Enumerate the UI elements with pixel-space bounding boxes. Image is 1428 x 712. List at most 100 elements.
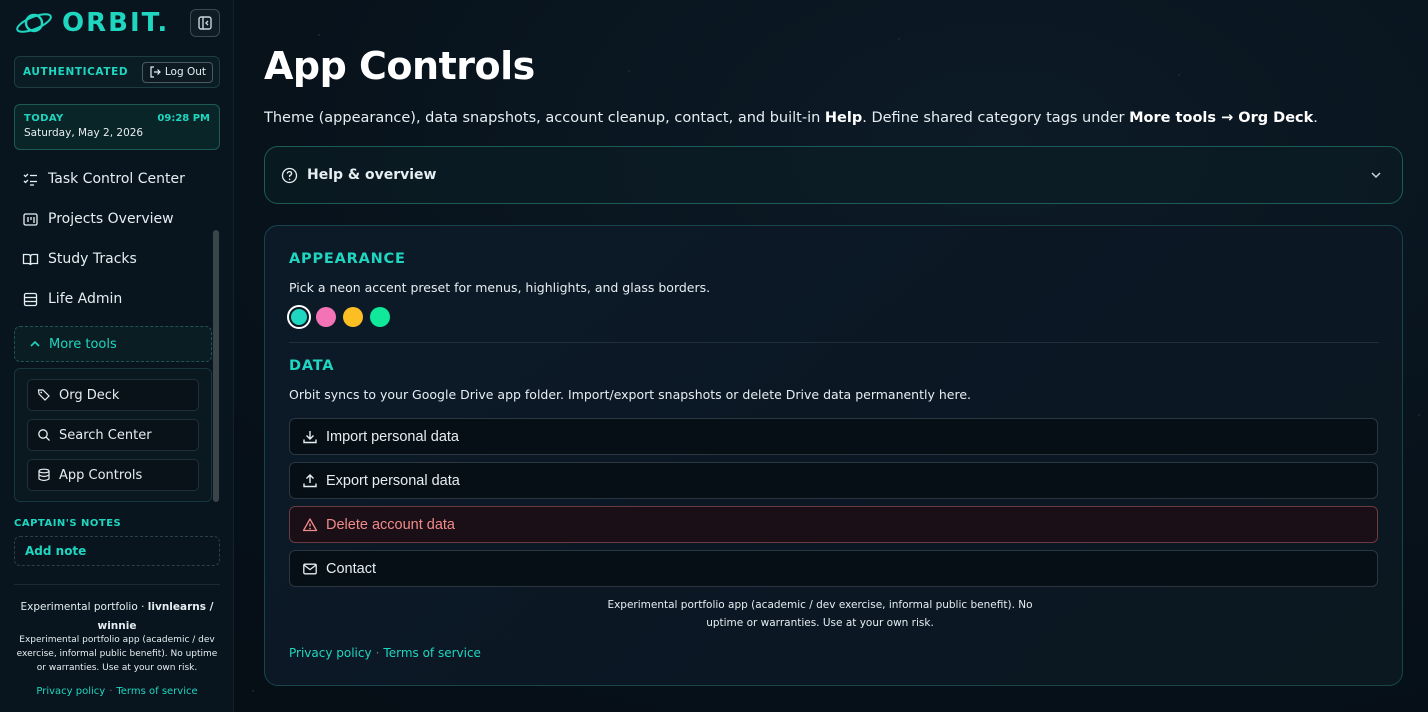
nav-item-life-admin[interactable]: Life Admin: [22, 288, 122, 310]
nav-item-task-control-center[interactable]: Task Control Center: [22, 168, 185, 190]
contact-label: Contact: [326, 560, 376, 577]
terms-of-service-link[interactable]: Terms of service: [383, 646, 481, 660]
terms-of-service-link[interactable]: Terms of service: [116, 686, 197, 697]
desc-org-deck: Org Deck: [1238, 110, 1314, 126]
import-data-button[interactable]: Import personal data: [289, 418, 1378, 455]
sidebar-divider: [14, 584, 220, 585]
star-dot: [1178, 74, 1180, 76]
star-dot: [898, 38, 900, 40]
page-title: App Controls: [264, 44, 535, 88]
today-date: Saturday, May 2, 2026: [24, 127, 144, 139]
download-icon: [303, 430, 317, 443]
link-separator: ·: [109, 686, 113, 697]
sidebar-disclaimer: Experimental portfolio app (academic / d…: [16, 635, 218, 673]
nav-label: Task Control Center: [48, 171, 185, 187]
logout-icon: [150, 66, 161, 78]
sidebar-scrollbar[interactable]: [212, 230, 220, 502]
desc-more-tools: More tools: [1129, 110, 1217, 126]
chevron-up-icon: [30, 340, 40, 347]
sidebar: ORBIT. AUTHENTICATED Log Out TODAY 09:28…: [0, 0, 234, 712]
data-description: Orbit syncs to your Google Drive app fol…: [289, 387, 971, 402]
warning-triangle-icon: [302, 517, 318, 531]
privacy-policy-link[interactable]: Privacy policy: [36, 686, 105, 697]
accent-swatch[interactable]: [287, 305, 311, 329]
nav-item-projects-overview[interactable]: Projects Overview: [22, 208, 174, 230]
star-dot: [318, 34, 320, 36]
export-data-button[interactable]: Export personal data: [289, 462, 1378, 499]
kanban-icon: [23, 212, 38, 226]
delete-label: Delete account data: [326, 516, 455, 533]
today-widget: TODAY 09:28 PM Saturday, May 2, 2026: [14, 104, 220, 150]
auth-status: AUTHENTICATED Log Out: [14, 56, 220, 88]
brand-name: ORBIT.: [62, 8, 170, 38]
section-divider: [289, 342, 1379, 343]
nav-label: Projects Overview: [48, 211, 174, 227]
star-dot: [628, 70, 630, 72]
data-heading: DATA: [289, 358, 335, 374]
planet-logo-icon: [16, 13, 52, 33]
today-time: 09:28 PM: [157, 113, 210, 124]
import-label: Import personal data: [326, 428, 459, 445]
card-disclaimer: Experimental portfolio app (academic / d…: [607, 599, 1033, 629]
app-root: ORBIT. AUTHENTICATED Log Out TODAY 09:28…: [0, 0, 1428, 712]
nav-label: Life Admin: [48, 291, 123, 307]
credit-prefix: Experimental portfolio ·: [20, 601, 148, 613]
help-title: Help & overview: [307, 167, 437, 183]
add-note-button[interactable]: Add note: [14, 536, 220, 566]
sub-item-org-deck[interactable]: Org Deck: [27, 379, 199, 411]
contact-button[interactable]: Contact: [289, 550, 1378, 587]
desc-part: .: [1313, 110, 1318, 126]
help-overview-accordion[interactable]: Help & overview: [264, 146, 1403, 204]
tags-icon: [37, 389, 50, 401]
book-open-icon: [22, 253, 39, 265]
desc-part: . Define shared category tags under: [862, 110, 1130, 126]
sidebar-legal-links: Privacy policy · Terms of service: [14, 686, 220, 697]
card-legal-links: Privacy policy · Terms of service: [289, 646, 481, 660]
brand[interactable]: ORBIT.: [14, 8, 169, 38]
database-icon: [38, 468, 50, 482]
desc-part: Theme (appearance), data snapshots, acco…: [264, 110, 825, 126]
link-separator: ·: [375, 646, 380, 660]
appearance-description: Pick a neon accent preset for menus, hig…: [289, 280, 711, 295]
sub-item-search-center[interactable]: Search Center: [27, 419, 199, 451]
search-icon: [38, 429, 50, 441]
collapse-sidebar-button[interactable]: [190, 9, 220, 37]
appearance-heading: APPEARANCE: [289, 251, 406, 267]
chevron-down-icon: [1371, 172, 1381, 179]
nav-item-study-tracks[interactable]: Study Tracks: [22, 248, 137, 270]
sidebar-credit: Experimental portfolio · livnlearns / wi…: [14, 598, 220, 636]
accent-swatches: [287, 305, 390, 329]
page-description: Theme (appearance), data snapshots, acco…: [264, 110, 1318, 126]
nav-label: Study Tracks: [48, 251, 137, 267]
accent-swatch[interactable]: [316, 307, 336, 327]
export-label: Export personal data: [326, 472, 460, 489]
more-tools-toggle[interactable]: More tools: [14, 326, 212, 362]
sidebar-scroll-thumb[interactable]: [213, 230, 219, 502]
today-label: TODAY: [24, 113, 64, 124]
privacy-policy-link[interactable]: Privacy policy: [289, 646, 372, 660]
list-check-icon: [23, 173, 37, 186]
more-tools-label: More tools: [49, 336, 117, 352]
more-tools-panel: Org Deck Search Center App Controls: [14, 368, 212, 502]
sub-item-app-controls[interactable]: App Controls: [27, 459, 199, 491]
upload-icon: [303, 473, 317, 487]
logout-label: Log Out: [164, 66, 206, 78]
sub-item-label: App Controls: [59, 467, 143, 483]
stack-icon: [23, 292, 38, 306]
accent-swatch[interactable]: [343, 307, 363, 327]
logout-button[interactable]: Log Out: [141, 61, 213, 83]
settings-card: APPEARANCE Pick a neon accent preset for…: [264, 225, 1403, 686]
desc-arrow: →: [1216, 110, 1239, 126]
auth-status-label: AUTHENTICATED: [23, 66, 129, 78]
mail-icon: [303, 563, 317, 574]
sidebar-collapse-icon: [198, 16, 212, 30]
help-circle-icon: [281, 167, 298, 183]
captains-notes-label: CAPTAIN'S NOTES: [14, 518, 122, 529]
sub-item-label: Org Deck: [59, 387, 120, 403]
desc-help: Help: [824, 110, 863, 126]
star-dot: [252, 690, 254, 692]
star-dot: [1418, 414, 1420, 416]
delete-account-data-button[interactable]: Delete account data: [289, 506, 1378, 543]
sub-item-label: Search Center: [59, 427, 152, 443]
accent-swatch[interactable]: [370, 307, 390, 327]
